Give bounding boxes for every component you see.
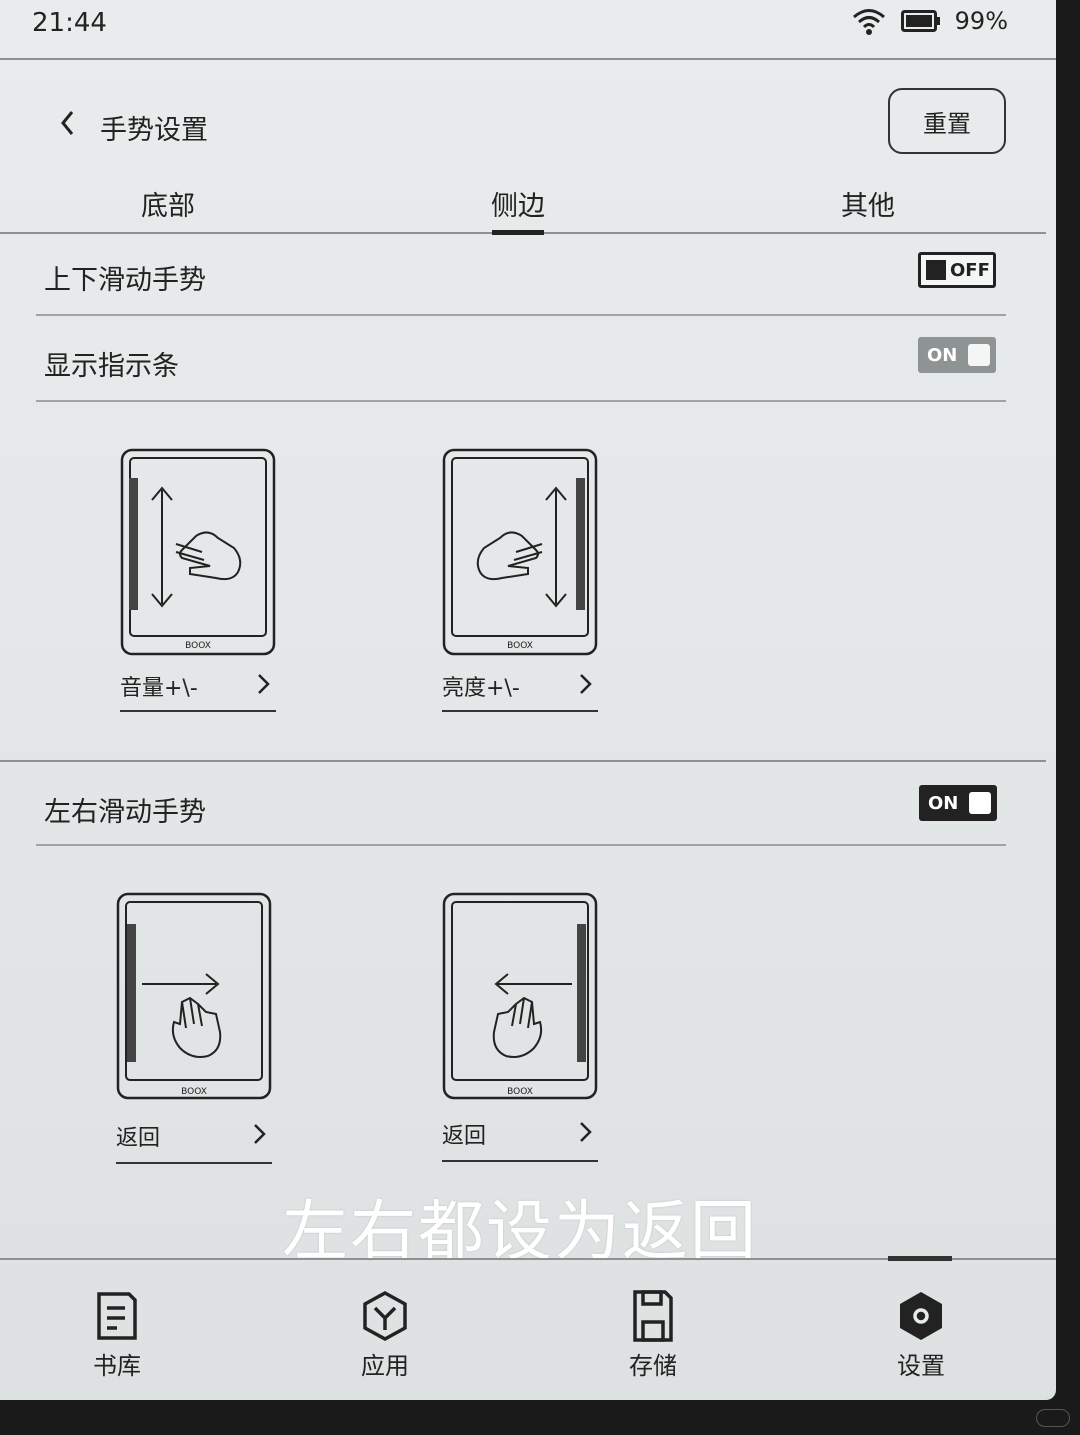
- chevron-right-icon: [580, 674, 592, 694]
- battery-icon: [900, 10, 940, 32]
- battery-percent: 99%: [954, 7, 1008, 35]
- active-tab-indicator: [492, 230, 544, 235]
- tab-other[interactable]: 其他: [828, 184, 908, 223]
- divider: [36, 844, 1006, 846]
- nav-label: 存储: [629, 1352, 677, 1380]
- device-screen: 21:44 99% 手势设置 重置 底部 侧边 其他 上下滑动手势 OFF 显示…: [0, 0, 1056, 1400]
- card-underline: [120, 710, 276, 712]
- card-brand: BOOX: [181, 1087, 207, 1097]
- status-indicators: 99%: [851, 6, 1008, 36]
- status-bar: 21:44 99%: [0, 0, 1056, 60]
- chevron-right-icon: [254, 1124, 266, 1144]
- vertical-gesture-label: 上下滑动手势: [44, 265, 206, 296]
- device-swipe-vertical-left-icon: BOOX: [120, 448, 276, 656]
- nav-settings[interactable]: 设置: [866, 1288, 976, 1381]
- card-underline: [442, 710, 598, 712]
- wifi-icon: [852, 9, 885, 35]
- bottom-nav: 书库 应用 存储 设置: [0, 1256, 1056, 1400]
- toggle-state: ON: [927, 344, 958, 366]
- nav-label: 书库: [93, 1352, 141, 1380]
- tab-bottom[interactable]: 底部: [128, 184, 208, 223]
- card-label: 返回: [442, 1124, 487, 1149]
- library-icon: [97, 1292, 137, 1340]
- indicator-toggle[interactable]: ON: [918, 337, 996, 373]
- tab-label: 底部: [141, 191, 195, 222]
- nav-apps[interactable]: 应用: [330, 1288, 440, 1381]
- toggle-state: ON: [928, 792, 959, 814]
- device-swipe-vertical-right-icon: BOOX: [442, 448, 598, 656]
- toggle-knob: [926, 260, 946, 280]
- tab-label: 侧边: [491, 191, 545, 222]
- divider: [36, 314, 1006, 316]
- card-label: 亮度+\-: [442, 676, 520, 701]
- card-underline: [116, 1162, 272, 1164]
- active-nav-indicator: [888, 1256, 952, 1261]
- toggle-knob: [969, 792, 991, 814]
- reset-button[interactable]: 重置: [888, 88, 1006, 154]
- card-underline: [442, 1160, 598, 1162]
- watermark-badge: [1036, 1409, 1070, 1427]
- toggle-state: OFF: [950, 259, 990, 281]
- horizontal-gesture-toggle[interactable]: ON: [919, 785, 997, 821]
- page-title: 手势设置: [100, 115, 208, 146]
- vertical-gesture-toggle[interactable]: OFF: [918, 252, 996, 288]
- nav-label: 设置: [897, 1352, 945, 1380]
- nav-label: 应用: [361, 1352, 409, 1380]
- status-time: 21:44: [32, 8, 107, 38]
- back-chevron-icon[interactable]: [56, 108, 80, 138]
- nav-library[interactable]: 书库: [62, 1288, 172, 1381]
- indicator-label: 显示指示条: [44, 351, 179, 382]
- divider: [36, 400, 1006, 402]
- card-brand: BOOX: [185, 641, 211, 651]
- nav-storage[interactable]: 存储: [598, 1288, 708, 1381]
- card-brand: BOOX: [507, 1087, 533, 1097]
- card-label: 音量+\-: [120, 676, 198, 701]
- horizontal-gesture-label: 左右滑动手势: [44, 797, 206, 828]
- tab-label: 其他: [841, 191, 895, 222]
- section-divider: [0, 760, 1046, 762]
- device-swipe-right-icon: BOOX: [116, 892, 272, 1100]
- settings-icon: [900, 1292, 942, 1340]
- toggle-knob: [968, 344, 990, 366]
- tab-side[interactable]: 侧边: [478, 184, 558, 235]
- card-label: 返回: [116, 1126, 161, 1151]
- tab-bar: 底部 侧边 其他: [0, 170, 1046, 235]
- chevron-right-icon: [580, 1122, 592, 1142]
- apps-icon: [363, 1291, 407, 1341]
- card-brand: BOOX: [507, 641, 533, 651]
- storage-icon: [633, 1290, 673, 1342]
- device-swipe-left-icon: BOOX: [442, 892, 598, 1100]
- chevron-right-icon: [258, 674, 270, 694]
